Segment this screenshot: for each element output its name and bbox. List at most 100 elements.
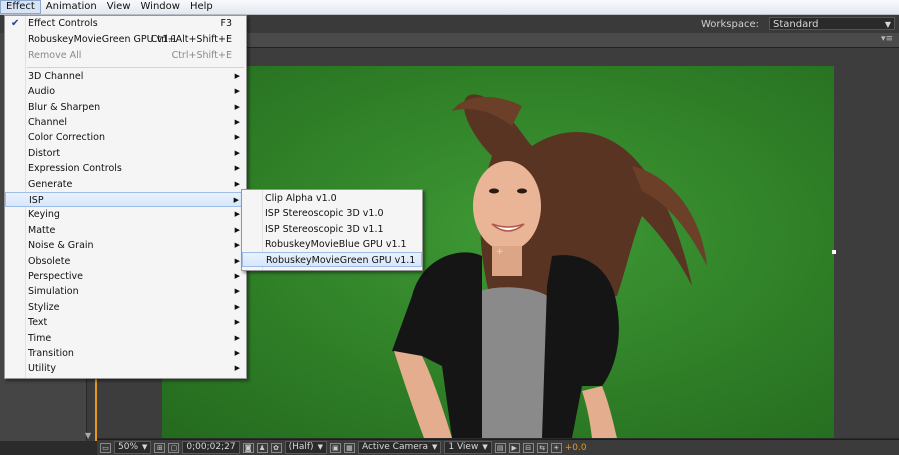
menu-item-label: 3D Channel: [28, 71, 84, 82]
menu-item-label: Stylize: [28, 302, 60, 313]
submenu-arrow-icon: ▶: [234, 272, 240, 280]
menu-item-distort[interactable]: Distort ▶: [5, 146, 246, 161]
submenu-item-isp-stereoscopic-3d-v1-1[interactable]: ISP Stereoscopic 3D v1.1: [242, 222, 422, 237]
submenu-arrow-icon: ▶: [234, 210, 240, 218]
panel-menu-icon[interactable]: ▾≡: [881, 34, 893, 44]
submenu-arrow-icon: ▶: [234, 303, 240, 311]
resolution-select[interactable]: (Half) ▼: [284, 441, 327, 454]
menu-item-label: Keying: [28, 209, 60, 220]
magnification-select[interactable]: 50% ▼: [114, 441, 152, 454]
timeline-icon[interactable]: ⊟: [522, 442, 534, 453]
menu-item-noise-grain[interactable]: Noise & Grain ▶: [5, 238, 246, 253]
menu-item-last-effect[interactable]: RobuskeyMovieGreen GPU v1.1 Ctrl+Alt+Shi…: [5, 32, 246, 47]
menu-item-blur-sharpen[interactable]: Blur & Sharpen ▶: [5, 100, 246, 115]
menu-item-time[interactable]: Time ▶: [5, 331, 246, 346]
menu-item-effect-controls[interactable]: ✔ Effect Controls F3: [5, 16, 246, 31]
menu-item-text[interactable]: Text ▶: [5, 315, 246, 330]
submenu-item-clip-alpha[interactable]: Clip Alpha v1.0: [242, 191, 422, 206]
fast-previews-icon[interactable]: ▶: [508, 442, 520, 453]
menu-item-audio[interactable]: Audio ▶: [5, 84, 246, 99]
submenu-arrow-icon: ▶: [234, 318, 240, 326]
view-layout-select[interactable]: 1 View ▼: [444, 441, 492, 454]
chevron-down-icon: ▼: [432, 443, 438, 451]
submenu-arrow-icon: ▶: [234, 87, 240, 95]
always-preview-icon[interactable]: ▭: [100, 442, 111, 453]
anchor-point-icon[interactable]: +: [496, 248, 504, 257]
menu-item-keying[interactable]: Keying ▶: [5, 207, 246, 222]
menu-item-color-correction[interactable]: Color Correction ▶: [5, 130, 246, 145]
menu-item-label: Utility: [28, 363, 56, 374]
chevron-down-icon: ▼: [317, 443, 323, 451]
menu-item-3d-channel[interactable]: 3D Channel ▶: [5, 69, 246, 84]
workspace-value: Standard: [773, 19, 819, 30]
menu-item-label: Color Correction: [28, 132, 105, 143]
menu-item-label: Text: [28, 317, 48, 328]
region-of-interest-icon[interactable]: ▣: [329, 442, 341, 453]
menu-item-label: Noise & Grain: [28, 240, 94, 251]
submenu-item-isp-stereoscopic-3d-v1-0[interactable]: ISP Stereoscopic 3D v1.0: [242, 206, 422, 221]
menu-item-stylize[interactable]: Stylize ▶: [5, 300, 246, 315]
submenu-arrow-icon: ▶: [234, 72, 240, 80]
toggle-pixel-aspect-icon[interactable]: ▤: [494, 442, 506, 453]
menu-item-perspective[interactable]: Perspective ▶: [5, 269, 246, 284]
menu-item-label: Matte: [28, 225, 56, 236]
submenu-arrow-icon: ▶: [234, 226, 240, 234]
comp-flowchart-icon[interactable]: ⇆: [536, 442, 548, 453]
submenu-arrow-icon: ▶: [234, 364, 240, 372]
menu-item-remove-all: Remove All Ctrl+Shift+E: [5, 48, 246, 63]
menu-item-label: Simulation: [28, 286, 79, 297]
mask-visibility-icon[interactable]: ▢: [168, 442, 180, 453]
scroll-down-icon[interactable]: ▼: [85, 431, 91, 440]
chevron-down-icon: ▼: [482, 443, 488, 451]
submenu-item-robuskey-green[interactable]: RobuskeyMovieGreen GPU v1.1: [242, 252, 422, 267]
submenu-arrow-icon: ▶: [234, 103, 240, 111]
menu-window[interactable]: Window: [136, 0, 185, 14]
menu-item-expression-controls[interactable]: Expression Controls ▶: [5, 161, 246, 176]
submenu-arrow-icon: ▶: [234, 180, 240, 188]
menu-item-transition[interactable]: Transition ▶: [5, 346, 246, 361]
transparency-grid-icon[interactable]: ▦: [343, 442, 355, 453]
menu-item-matte[interactable]: Matte ▶: [5, 223, 246, 238]
menu-bar: Effect Animation View Window Help: [0, 0, 899, 15]
show-snapshot-icon[interactable]: ♟: [256, 442, 268, 453]
menu-animation[interactable]: Animation: [41, 0, 102, 14]
grid-guide-icon[interactable]: ⊞: [154, 442, 166, 453]
submenu-arrow-icon: ▶: [233, 196, 239, 204]
workspace-label: Workspace:: [700, 19, 759, 30]
menu-help[interactable]: Help: [185, 0, 218, 14]
menu-item-generate[interactable]: Generate ▶: [5, 177, 246, 192]
view-layout-value: 1 View: [448, 442, 479, 452]
menu-item-label: Remove All: [28, 50, 82, 61]
menu-separator: [27, 67, 244, 68]
exposure-value[interactable]: +0.0: [565, 443, 587, 453]
submenu-item-robuskey-blue[interactable]: RobuskeyMovieBlue GPU v1.1: [242, 237, 422, 252]
menu-item-label: Distort: [28, 148, 61, 159]
color-channels-icon[interactable]: ✿: [270, 442, 282, 453]
menu-item-shortcut: Ctrl+Shift+E: [171, 50, 232, 61]
menu-effect[interactable]: Effect: [0, 0, 41, 14]
submenu-arrow-icon: ▶: [234, 257, 240, 265]
menu-item-label: Blur & Sharpen: [28, 102, 101, 113]
menu-item-label: Time: [28, 333, 52, 344]
chevron-down-icon: ▼: [884, 20, 891, 29]
snapshot-icon[interactable]: ◙: [242, 442, 254, 453]
menu-item-label: Perspective: [28, 271, 84, 282]
menu-item-simulation[interactable]: Simulation ▶: [5, 284, 246, 299]
menu-view[interactable]: View: [102, 0, 136, 14]
menu-item-isp[interactable]: ISP ▶: [5, 192, 246, 207]
menu-item-label: Obsolete: [28, 256, 71, 267]
menu-item-obsolete[interactable]: Obsolete ▶: [5, 254, 246, 269]
menu-item-label: Expression Controls: [28, 163, 122, 174]
checkmark-icon: ✔: [11, 18, 20, 29]
layer-transform-handle[interactable]: [832, 250, 836, 254]
submenu-arrow-icon: ▶: [234, 133, 240, 141]
reset-exposure-icon[interactable]: ☀: [550, 442, 562, 453]
workspace-select[interactable]: Standard ▼: [769, 17, 895, 30]
submenu-arrow-icon: ▶: [234, 241, 240, 249]
camera-view-value: Active Camera: [361, 442, 428, 452]
current-time-field[interactable]: 0;00;02;27: [182, 441, 240, 454]
menu-item-channel[interactable]: Channel ▶: [5, 115, 246, 130]
submenu-arrow-icon: ▶: [234, 349, 240, 357]
menu-item-utility[interactable]: Utility ▶: [5, 361, 246, 376]
camera-view-select[interactable]: Active Camera ▼: [357, 441, 442, 454]
